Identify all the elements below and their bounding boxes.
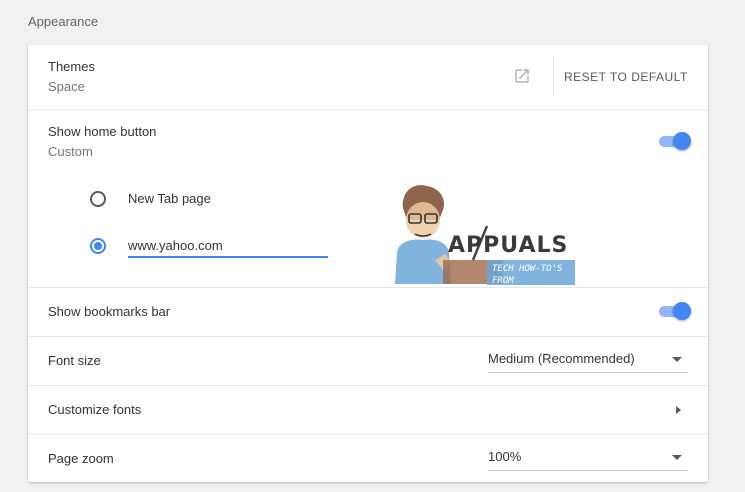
bookmarks-bar-toggle[interactable]: [657, 301, 691, 321]
font-size-select[interactable]: Medium (Recommended): [488, 347, 688, 373]
customize-fonts-label: Customize fonts: [48, 402, 142, 417]
page-zoom-row: Page zoom 100%: [28, 434, 708, 482]
toggle-knob: [673, 302, 691, 320]
watermark-tagline: TECH HOW-TO'S FROM THE EXPERTS!: [488, 261, 576, 298]
chevron-right-icon[interactable]: [676, 406, 681, 414]
customize-fonts-row[interactable]: Customize fonts: [28, 385, 708, 434]
font-size-selected-value: Medium (Recommended): [488, 351, 635, 366]
themes-value: Space: [48, 79, 85, 94]
font-size-row: Font size Medium (Recommended): [28, 336, 708, 385]
font-size-label: Font size: [48, 353, 101, 368]
reset-to-default-button[interactable]: RESET TO DEFAULT: [564, 67, 688, 87]
bookmarks-bar-row: Show bookmarks bar: [28, 287, 708, 336]
arrow-drop-down-icon: [672, 357, 682, 362]
watermark-tagline-1: TECH HOW-TO'S FROM: [492, 264, 563, 286]
home-button-label: Show home button: [48, 124, 157, 139]
section-title: Appearance: [28, 14, 99, 29]
home-button-value: Custom: [48, 144, 93, 159]
arrow-drop-down-icon: [672, 455, 682, 460]
watermark-tagline-2: THE EXPERTS!: [492, 288, 558, 298]
page-zoom-selected-value: 100%: [488, 449, 522, 464]
radio-label-new-tab-page: New Tab page: [128, 191, 211, 206]
page-zoom-select[interactable]: 100%: [488, 445, 688, 471]
page-zoom-label: Page zoom: [48, 451, 114, 466]
bookmarks-bar-label: Show bookmarks bar: [48, 304, 171, 319]
divider: [553, 56, 554, 96]
themes-label: Themes: [48, 59, 95, 74]
radio-custom-url[interactable]: [90, 238, 106, 254]
home-button-toggle[interactable]: [657, 131, 691, 151]
open-in-new-icon[interactable]: [513, 67, 531, 85]
themes-row: Themes Space RESET TO DEFAULT: [28, 45, 708, 109]
watermark-brand: APPUALS: [448, 233, 569, 258]
toggle-knob: [673, 132, 691, 150]
home-url-input[interactable]: [128, 234, 328, 258]
radio-new-tab-page[interactable]: [90, 191, 106, 207]
